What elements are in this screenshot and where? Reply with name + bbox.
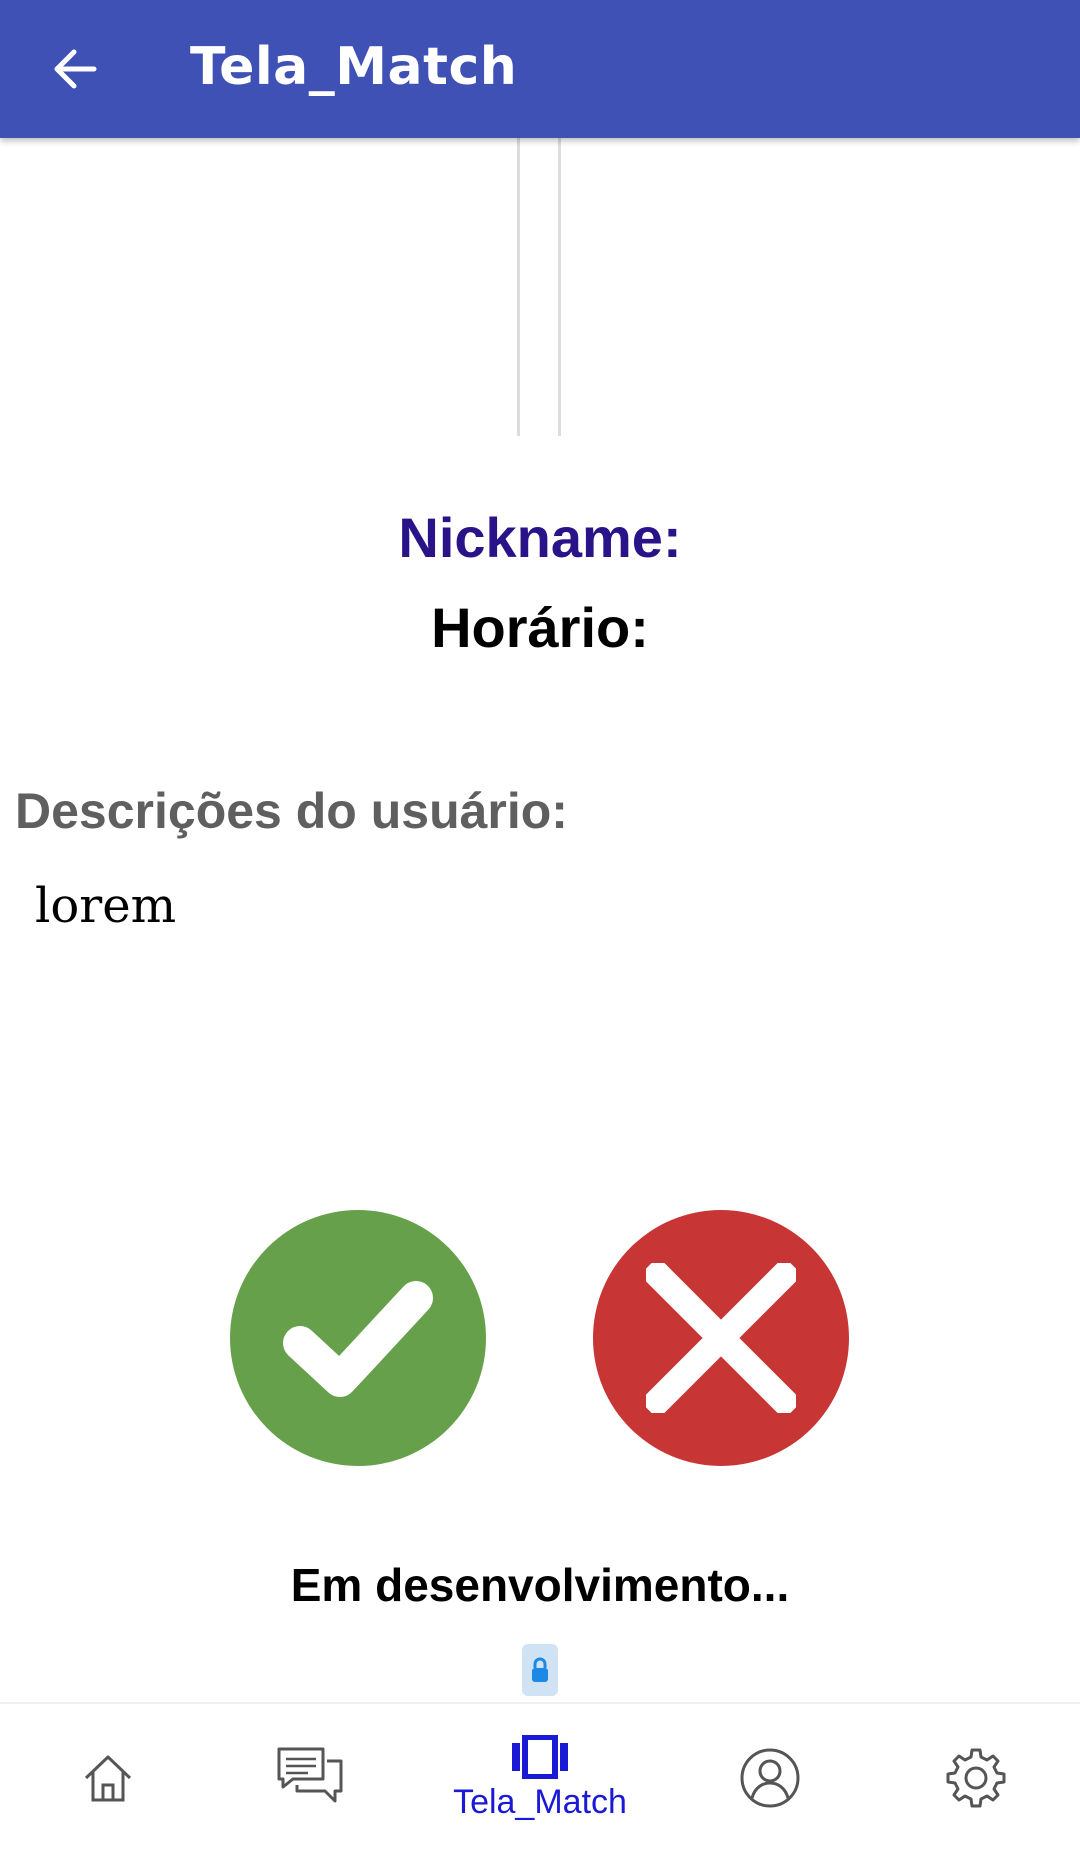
arrow-back-icon xyxy=(54,49,97,89)
close-icon xyxy=(646,1263,796,1413)
gear-icon xyxy=(946,1748,1006,1808)
profile-photo xyxy=(517,138,561,436)
page-title: Tela_Match xyxy=(190,37,518,97)
development-status-text: Em desenvolvimento... xyxy=(290,1559,790,1611)
nav-item-home[interactable] xyxy=(0,1704,216,1852)
check-icon xyxy=(283,1281,433,1397)
lock-icon xyxy=(532,1657,548,1682)
schedule-label: Horário: xyxy=(431,596,649,659)
bottom-navigation: Tela_Match xyxy=(0,1702,1080,1852)
chat-icon xyxy=(277,1747,343,1803)
nickname-label: Nickname: xyxy=(398,506,682,569)
reject-button[interactable] xyxy=(593,1210,849,1466)
nav-label-tela-match: Tela_Match xyxy=(453,1782,627,1821)
profile-icon xyxy=(740,1748,800,1808)
cards-icon xyxy=(512,1734,568,1779)
profile-photo-area xyxy=(0,138,1080,438)
home-icon xyxy=(84,1755,132,1802)
accept-button[interactable] xyxy=(230,1210,486,1466)
nav-item-chat[interactable] xyxy=(202,1704,418,1852)
app-bar: Tela_Match xyxy=(0,0,1080,138)
back-button[interactable] xyxy=(40,34,110,104)
nav-item-profile[interactable] xyxy=(662,1704,878,1852)
nav-item-tela-match[interactable]: Tela_Match xyxy=(432,1704,648,1852)
description-label: Descrições do usuário: xyxy=(15,783,568,839)
lock-badge xyxy=(522,1644,558,1696)
description-text: lorem xyxy=(35,878,177,934)
nav-item-settings[interactable] xyxy=(868,1704,1080,1852)
